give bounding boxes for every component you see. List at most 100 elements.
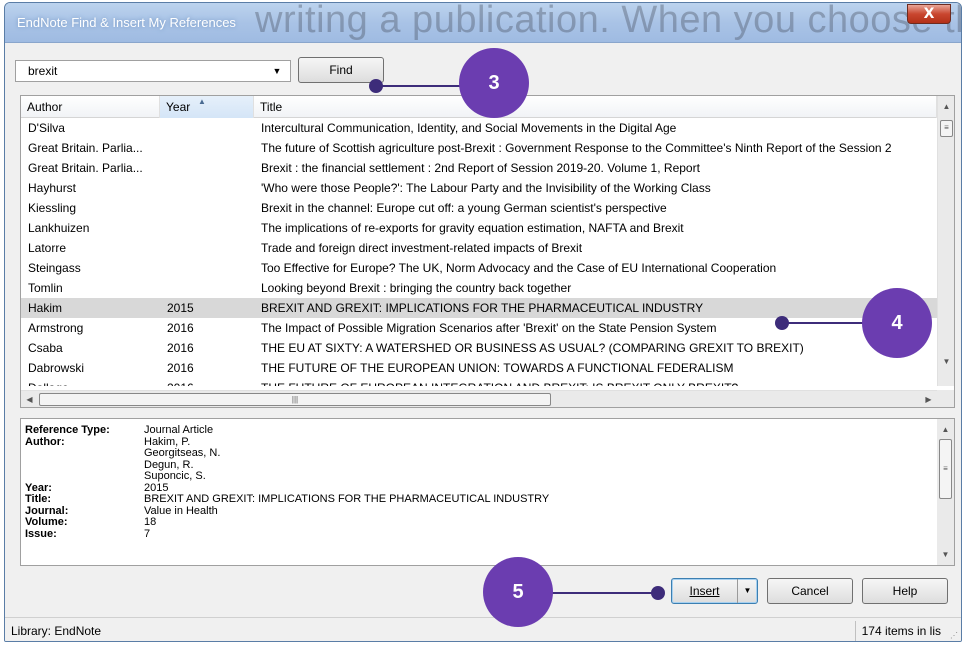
- window-title: EndNote Find & Insert My References: [17, 15, 236, 30]
- callout-5-line: [540, 592, 660, 594]
- table-row[interactable]: Kiessling Brexit in the channel: Europe c…: [21, 198, 937, 218]
- table-row[interactable]: Hayhurst 'Who were those People?': The La…: [21, 178, 937, 198]
- detail-value: Georgitseas, N.: [144, 447, 221, 459]
- table-row[interactable]: Latorre Trade and foreign direct investme…: [21, 238, 937, 258]
- insert-split-button[interactable]: Insert ▼: [671, 578, 758, 604]
- detail-field: Journal: Value in Health: [25, 505, 549, 518]
- callout-4-badge: 4: [862, 288, 932, 358]
- scroll-left-icon[interactable]: ◀: [21, 391, 38, 407]
- table-row[interactable]: Hakim 2015 BREXIT AND GREXIT: IMPLICATIONS…: [21, 298, 937, 318]
- cell-title: The future of Scottish agriculture post-…: [261, 141, 892, 155]
- search-input[interactable]: [16, 64, 264, 78]
- cell-title: Brexit : the financial settlement : 2nd …: [261, 161, 700, 175]
- detail-value: 7: [144, 527, 151, 540]
- cell-author: Dabrowski: [28, 361, 85, 375]
- close-icon: X: [923, 6, 935, 22]
- search-combobox[interactable]: ▼: [15, 60, 291, 82]
- callout-5-badge: 5: [483, 557, 553, 627]
- column-header-title[interactable]: Title: [254, 96, 937, 118]
- list-vertical-scrollbar[interactable]: ▲ ≡ ▼: [937, 96, 954, 386]
- scroll-thumb[interactable]: ≡: [940, 120, 953, 137]
- scroll-down-icon[interactable]: ▼: [937, 546, 954, 563]
- detail-label: Title:: [25, 493, 52, 505]
- cell-title: THE EU AT SIXTY: A WATERSHED OR BUSINESS…: [261, 341, 804, 355]
- cell-title: 'Who were those People?': The Labour Par…: [261, 181, 711, 195]
- cell-title: The implications of re-exports for gravi…: [261, 221, 684, 235]
- cell-title: The Impact of Possible Migration Scenari…: [261, 321, 717, 335]
- scroll-thumb[interactable]: ≡: [939, 439, 952, 499]
- detail-field: Author: Hakim, P. Georgitseas, N. Degun, R.…: [25, 435, 549, 483]
- status-bar: Library: EndNote 174 items in lis ⋰: [5, 617, 961, 641]
- detail-field: Issue: 7: [25, 527, 549, 541]
- detail-field: Volume: 18: [25, 516, 549, 529]
- scroll-up-icon[interactable]: ▲: [938, 98, 954, 115]
- detail-value: BREXIT AND GREXIT: IMPLICATIONS FOR THE …: [144, 493, 550, 505]
- resize-grip-icon[interactable]: ⋰: [950, 631, 958, 640]
- cell-title: Brexit in the channel: Europe cut off: a…: [261, 201, 667, 215]
- details-vertical-scrollbar[interactable]: ▲ ≡ ▼: [937, 419, 954, 565]
- cell-year: 2015: [167, 301, 194, 315]
- table-row[interactable]: Great Britain. Parlia... The future of Sc…: [21, 138, 937, 158]
- table-row[interactable]: Dabrowski 2016 THE FUTURE OF THE EUROPEAN …: [21, 358, 937, 378]
- horizontal-scroll-thumb[interactable]: |||: [39, 393, 551, 406]
- reference-details-pane: Reference Type: Journal Article Author: Hak…: [20, 418, 955, 566]
- cell-author: Tomlin: [28, 281, 63, 295]
- insert-options-dropdown-icon[interactable]: ▼: [738, 579, 757, 603]
- sort-ascending-icon: ▲: [198, 97, 206, 106]
- table-row[interactable]: Csaba 2016 THE EU AT SIXTY: A WATERSHED OR…: [21, 338, 937, 358]
- detail-value: 18: [144, 516, 157, 528]
- insert-button[interactable]: Insert: [672, 579, 738, 603]
- cell-author: Dallago: [21, 378, 160, 386]
- detail-label: Reference Type:: [25, 424, 110, 436]
- cell-title: BREXIT AND GREXIT: IMPLICATIONS FOR THE …: [261, 301, 704, 315]
- cell-author: Armstrong: [28, 321, 84, 335]
- table-row[interactable]: Dallago2016THE FUTURE OF EUROPEAN INTEGR…: [21, 378, 937, 386]
- chevron-down-icon[interactable]: ▼: [264, 66, 290, 76]
- detail-label: Volume:: [25, 516, 68, 528]
- cell-author: Great Britain. Parlia...: [28, 141, 143, 155]
- cell-year: 2016: [167, 341, 194, 355]
- background-document-text: writing a publication. When you choose t…: [255, 2, 961, 41]
- callout-3-dot: [369, 79, 383, 93]
- table-row[interactable]: Lankhuizen The implications of re-exports…: [21, 218, 937, 238]
- cell-year: 2016: [167, 321, 194, 335]
- cell-year: [160, 278, 254, 298]
- cell-author: Steingass: [28, 261, 81, 275]
- cancel-button[interactable]: Cancel: [767, 578, 853, 604]
- cell-author: Lankhuizen: [28, 221, 90, 235]
- cell-title: Intercultural Communication, Identity, a…: [261, 121, 677, 135]
- scroll-right-icon[interactable]: ▶: [920, 391, 937, 407]
- scroll-down-icon[interactable]: ▼: [938, 353, 954, 370]
- cell-title: THE FUTURE OF THE EUROPEAN UNION: TOWARD…: [261, 361, 734, 375]
- column-header-author[interactable]: Author: [21, 96, 160, 118]
- cell-author: Kiessling: [28, 201, 77, 215]
- list-horizontal-scrollbar[interactable]: ◀ ||| ▶: [21, 390, 937, 407]
- cell-year: 2016: [167, 361, 194, 375]
- table-row[interactable]: Tomlin Looking beyond Brexit : bringing t…: [21, 278, 937, 298]
- find-button[interactable]: Find: [298, 57, 384, 83]
- table-row[interactable]: Great Britain. Parlia... Brexit : the fin…: [21, 158, 937, 178]
- help-button[interactable]: Help: [862, 578, 948, 604]
- item-count-status: 174 items in lis: [854, 621, 941, 641]
- cell-author: Great Britain. Parlia...: [28, 161, 143, 175]
- cell-year: [160, 158, 254, 178]
- library-status: Library: EndNote: [11, 624, 102, 638]
- table-row[interactable]: Armstrong 2016 The Impact of Possible Migr…: [21, 318, 937, 338]
- reference-details: Reference Type: Journal Article Author: Hak…: [25, 424, 550, 541]
- cell-title: Trade and foreign direct investment-rela…: [261, 241, 583, 255]
- cell-author: Latorre: [28, 241, 67, 255]
- cell-title: Looking beyond Brexit : bringing the cou…: [261, 281, 572, 295]
- table-row[interactable]: D'Silva Intercultural Communication, Iden…: [21, 118, 937, 138]
- detail-label: Issue:: [25, 527, 57, 540]
- table-row[interactable]: Steingass Too Effective for Europe? The U…: [21, 258, 937, 278]
- cell-year: [160, 238, 254, 258]
- detail-label: Author:: [25, 435, 65, 448]
- cell-title: THE FUTURE OF EUROPEAN INTEGRATION AND B…: [254, 378, 937, 386]
- reference-list[interactable]: Author ▲ Year Title D'Silva Intercultural…: [20, 95, 955, 408]
- column-header-year[interactable]: ▲ Year: [160, 96, 254, 118]
- cell-author: Csaba: [28, 341, 63, 355]
- callout-3-badge: 3: [459, 48, 529, 118]
- close-button[interactable]: X: [907, 4, 951, 24]
- scroll-up-icon[interactable]: ▲: [937, 421, 954, 438]
- detail-value: Suponcic, S.: [144, 470, 206, 482]
